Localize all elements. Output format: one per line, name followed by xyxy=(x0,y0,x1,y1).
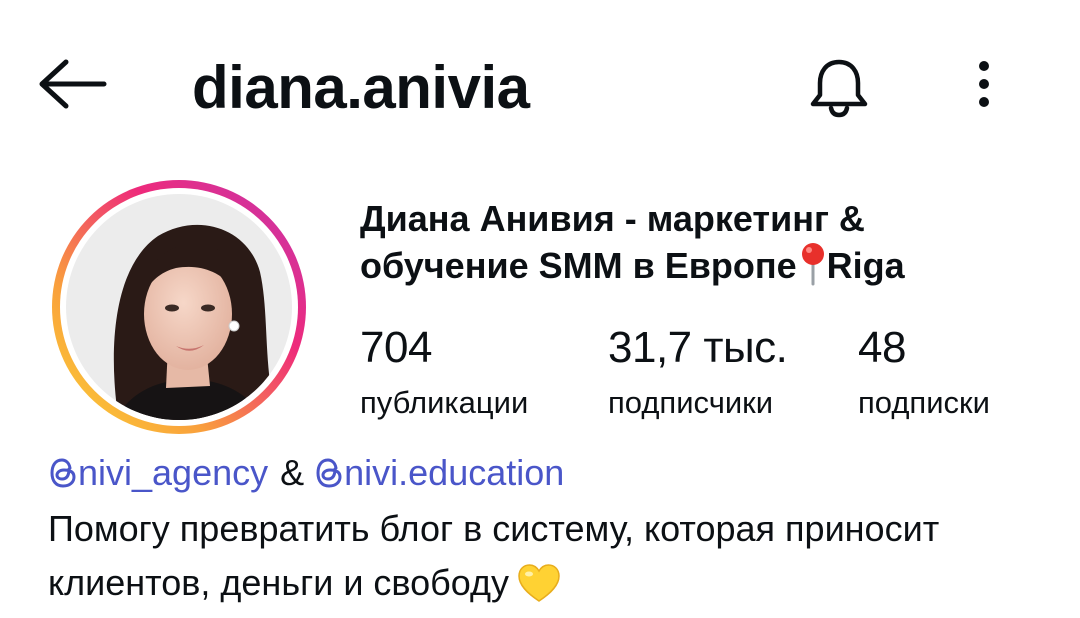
pushpin-icon xyxy=(800,242,826,286)
profile-avatar[interactable] xyxy=(48,176,310,438)
posts-stat[interactable]: 704 публикации xyxy=(360,322,528,422)
profile-bio: Помогу превратить блог в систему, котора… xyxy=(48,502,1048,610)
following-count: 48 xyxy=(858,323,906,372)
followers-count: 31,7 тыс. xyxy=(608,323,788,372)
threads-link-agency-text: nivi_agency xyxy=(78,452,269,493)
threads-link-education[interactable]: nivi.education xyxy=(314,452,564,493)
profile-username: diana.anivia xyxy=(192,54,530,121)
arrow-left-icon xyxy=(39,59,107,109)
threads-link-education-text: nivi.education xyxy=(344,452,565,493)
followers-label: подписчики xyxy=(608,385,774,420)
following-label: подписки xyxy=(858,385,990,420)
following-stat[interactable]: 48 подписки xyxy=(858,322,990,422)
bio-text: Помогу превратить блог в систему, котора… xyxy=(48,508,940,603)
profile-display-name: Диана Анивия - маркетинг & обучение SMM … xyxy=(360,196,1040,289)
display-name-location: Riga xyxy=(826,245,905,286)
threads-link-agency[interactable]: nivi_agency xyxy=(48,452,268,493)
posts-count: 704 xyxy=(360,323,432,372)
bell-icon xyxy=(810,59,868,118)
more-vertical-icon xyxy=(979,61,989,107)
more-options-button[interactable] xyxy=(960,56,1008,116)
threads-icon xyxy=(48,455,78,489)
display-name-text: Диана Анивия - маркетинг & обучение SMM … xyxy=(360,198,865,286)
notifications-button[interactable] xyxy=(806,54,872,120)
links-separator: & xyxy=(280,452,305,493)
yellow-heart-icon xyxy=(517,563,561,603)
profile-links: nivi_agency & nivi.education xyxy=(48,450,564,496)
avatar-image xyxy=(52,180,306,434)
back-button[interactable] xyxy=(36,58,108,110)
threads-icon xyxy=(314,455,344,489)
followers-stat[interactable]: 31,7 тыс. подписчики xyxy=(608,322,788,422)
posts-label: публикации xyxy=(360,385,529,420)
